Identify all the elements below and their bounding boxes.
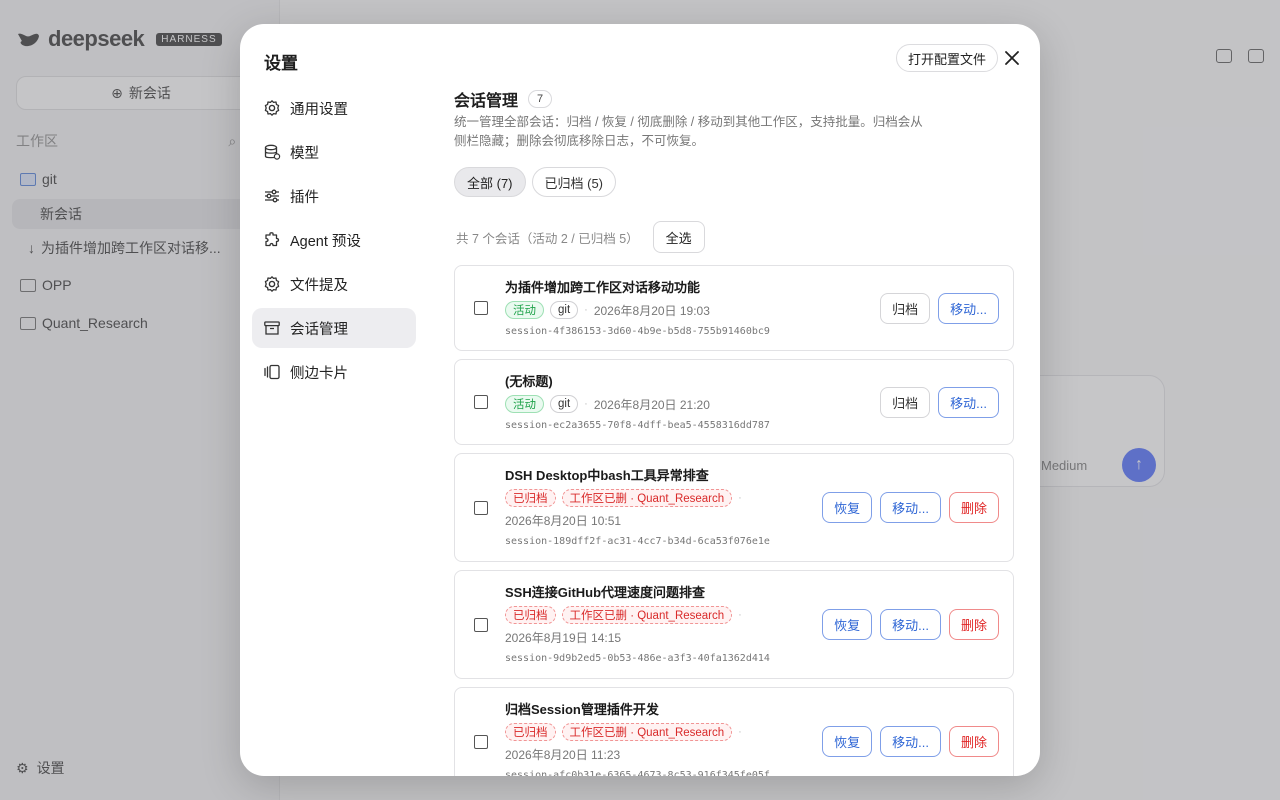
status-badge: 活动 [505, 301, 544, 319]
session-count-badge: 7 [528, 90, 553, 108]
session-card: 为插件增加跨工作区对话移动功能 活动 git · 2026年8月20日 19:0… [454, 265, 1014, 351]
nav-item-side-cards[interactable]: 侧边卡片 [252, 352, 416, 392]
session-id: session-ec2a3655-70f8-4dff-bea5-4558316d… [505, 420, 770, 431]
delete-button[interactable]: 删除 [948, 726, 999, 757]
workspace-badge: 工作区已删 · Quant_Research [561, 489, 733, 507]
gear-icon [264, 100, 280, 116]
separator-dot: · [584, 304, 588, 316]
separator-dot: · [738, 492, 742, 504]
nav-item-label: 侧边卡片 [290, 365, 348, 382]
move-button[interactable]: 移动... [880, 726, 941, 757]
gear-icon [264, 276, 280, 292]
status-badge: 已归档 [505, 723, 556, 741]
section-title: 会话管理 [454, 93, 519, 110]
select-all-button[interactable]: 全选 [652, 221, 705, 253]
close-button[interactable] [1002, 48, 1022, 68]
session-id: session-189dff2f-ac31-4cc7-b34d-6ca53f07… [505, 536, 770, 547]
summary-bar: 共 7 个会话（活动 2 / 已归档 5） 全选 [456, 221, 705, 253]
status-badge: 活动 [505, 395, 544, 413]
move-button[interactable]: 移动... [938, 387, 999, 418]
nav-item-label: 通用设置 [290, 101, 348, 118]
settings-nav: 通用设置 模型 插件 Agent 预设 文件提及 会话管理 侧边卡片 [252, 88, 416, 396]
filter-archived[interactable]: 已归档 (5) [531, 167, 617, 197]
nav-item-label: 会话管理 [290, 321, 348, 338]
delete-button[interactable]: 删除 [948, 609, 999, 640]
session-time: 2026年8月20日 19:03 [593, 303, 710, 318]
archive-button[interactable]: 归档 [880, 387, 931, 418]
separator-dot: · [738, 726, 742, 738]
settings-modal: 设置 打开配置文件 通用设置 模型 插件 Agent 预设 文件提及 会话管理 [240, 24, 1040, 776]
session-checkbox[interactable] [474, 501, 488, 515]
restore-button[interactable]: 恢复 [822, 726, 873, 757]
workspace-badge: 工作区已删 · Quant_Research [561, 606, 733, 624]
session-id: session-9d9b2ed5-0b53-486e-a3f3-40fa1362… [505, 653, 770, 664]
nav-item-label: 插件 [290, 189, 319, 206]
nav-item-models[interactable]: 模型 [252, 132, 416, 172]
workspace-badge: git [550, 301, 579, 319]
session-card: (无标题) 活动 git · 2026年8月20日 21:20 session-… [454, 359, 1014, 445]
session-time: 2026年8月19日 14:15 [505, 631, 622, 645]
restore-button[interactable]: 恢复 [822, 492, 873, 523]
restore-button[interactable]: 恢复 [822, 609, 873, 640]
cards-icon [264, 364, 280, 380]
session-card: DSH Desktop中bash工具异常排查 已归档 工作区已删 · Quant… [454, 453, 1014, 562]
filter-tabs: 全部 (7) 已归档 (5) [454, 167, 617, 197]
nav-item-sessions[interactable]: 会话管理 [252, 308, 416, 348]
nav-item-label: 模型 [290, 145, 319, 162]
nav-item-label: 文件提及 [290, 277, 348, 294]
session-time: 2026年8月20日 10:51 [505, 514, 622, 528]
session-title: 为插件增加跨工作区对话移动功能 [505, 280, 701, 295]
session-checkbox[interactable] [474, 395, 488, 409]
nav-item-file-mentions[interactable]: 文件提及 [252, 264, 416, 304]
session-id: session-4f386153-3d60-4b9e-b5d8-755b9146… [505, 326, 770, 337]
puzzle-icon [265, 232, 280, 247]
delete-button[interactable]: 删除 [948, 492, 999, 523]
modal-title: 设置 [264, 54, 298, 73]
session-card: SSH连接GitHub代理速度问题排查 已归档 工作区已删 · Quant_Re… [454, 570, 1014, 679]
session-checkbox[interactable] [474, 301, 488, 315]
nav-item-plugins[interactable]: 插件 [252, 176, 416, 216]
move-button[interactable]: 移动... [938, 293, 999, 324]
nav-item-label: Agent 预设 [290, 233, 361, 250]
archive-box-icon [264, 321, 280, 335]
session-checkbox[interactable] [474, 618, 488, 632]
filter-all[interactable]: 全部 (7) [454, 167, 526, 197]
session-title: 归档Session管理插件开发 [505, 702, 659, 717]
close-icon [1005, 51, 1019, 65]
session-checkbox[interactable] [474, 735, 488, 749]
sliders-icon [265, 189, 279, 203]
archive-button[interactable]: 归档 [880, 293, 931, 324]
status-badge: 已归档 [505, 606, 556, 624]
session-list: 为插件增加跨工作区对话移动功能 活动 git · 2026年8月20日 19:0… [454, 265, 1014, 776]
separator-dot: · [584, 398, 588, 410]
open-config-button[interactable]: 打开配置文件 [896, 44, 999, 72]
move-button[interactable]: 移动... [880, 492, 941, 523]
session-card: 归档Session管理插件开发 已归档 工作区已删 · Quant_Resear… [454, 687, 1014, 776]
session-id: session-afc0b31e-6365-4673-8c53-916f345f… [505, 770, 770, 776]
workspace-badge: git [550, 395, 579, 413]
move-button[interactable]: 移动... [880, 609, 941, 640]
workspace-badge: 工作区已删 · Quant_Research [561, 723, 733, 741]
session-title: (无标题) [505, 374, 553, 389]
session-title: DSH Desktop中bash工具异常排查 [505, 468, 709, 483]
session-time: 2026年8月20日 11:23 [505, 748, 621, 762]
separator-dot: · [738, 609, 742, 621]
session-title: SSH连接GitHub代理速度问题排查 [505, 585, 706, 600]
summary-text: 共 7 个会话（活动 2 / 已归档 5） [456, 231, 639, 246]
nav-item-general[interactable]: 通用设置 [252, 88, 416, 128]
status-badge: 已归档 [505, 489, 556, 507]
section-header: 会话管理 7 [454, 87, 553, 111]
section-description: 统一管理全部会话：归档 / 恢复 / 彻底删除 / 移动到其他工作区，支持批量。… [454, 115, 923, 148]
session-time: 2026年8月20日 21:20 [593, 397, 710, 412]
nav-item-agent-presets[interactable]: Agent 预设 [252, 220, 416, 260]
database-icon [264, 144, 281, 160]
